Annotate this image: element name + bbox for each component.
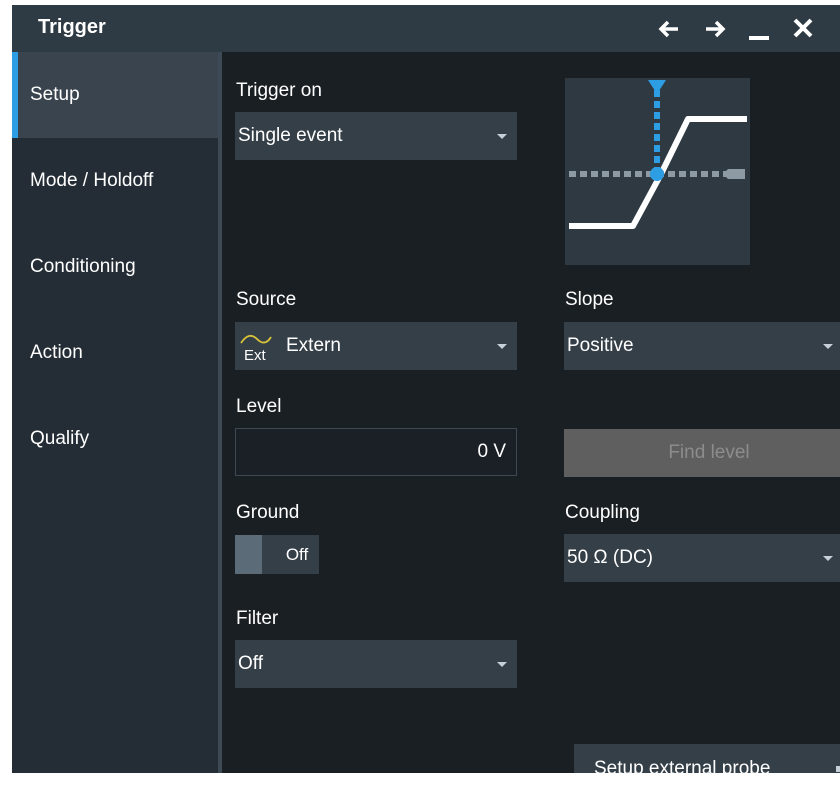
level-input[interactable]: 0 V	[235, 428, 517, 476]
coupling-value: 50 Ω (DC)	[567, 547, 653, 568]
chevron-down-icon	[497, 344, 507, 349]
chevron-down-icon	[497, 134, 507, 139]
external-link-icon	[836, 766, 840, 772]
setup-external-probe-button[interactable]: Setup external probe	[574, 744, 840, 773]
chevron-down-icon	[823, 556, 833, 561]
toggle-knob	[235, 535, 262, 574]
source-dropdown[interactable]: Ext Extern	[235, 322, 517, 370]
minimize-icon[interactable]	[746, 5, 772, 52]
find-level-button[interactable]: Find level	[564, 429, 840, 477]
setup-external-probe-label: Setup external probe	[594, 758, 771, 773]
filter-label: Filter	[236, 608, 279, 629]
trigger-on-value: Single event	[238, 125, 343, 146]
chevron-down-icon	[497, 662, 507, 667]
sidebar-item-label: Conditioning	[30, 256, 136, 277]
sidebar-item-qualify[interactable]: Qualify	[12, 396, 218, 482]
ground-toggle[interactable]: Off	[235, 535, 319, 574]
sidebar-item-label: Mode / Holdoff	[30, 170, 154, 191]
filter-dropdown[interactable]: Off	[235, 640, 517, 688]
coupling-label: Coupling	[565, 502, 640, 523]
sidebar-item-conditioning[interactable]: Conditioning	[12, 224, 218, 310]
slope-label: Slope	[565, 289, 614, 310]
external-source-icon: Ext	[237, 327, 277, 367]
coupling-dropdown[interactable]: 50 Ω (DC)	[564, 534, 840, 582]
trigger-on-dropdown[interactable]: Single event	[235, 112, 517, 160]
dialog-title: Trigger	[38, 16, 106, 38]
sidebar-item-action[interactable]: Action	[12, 310, 218, 396]
trigger-slope-graphic	[565, 78, 750, 265]
source-label: Source	[236, 289, 297, 310]
ground-state: Off	[285, 545, 309, 564]
sidebar-item-label: Action	[30, 342, 83, 363]
ground-label: Ground	[236, 502, 300, 523]
sidebar-item-mode-holdoff[interactable]: Mode / Holdoff	[12, 138, 218, 224]
level-value: 0 V	[477, 441, 506, 462]
external-source-icon-text: Ext	[244, 347, 266, 364]
chevron-down-icon	[823, 344, 833, 349]
slope-dropdown[interactable]: Positive	[564, 322, 840, 370]
filter-value: Off	[238, 653, 263, 674]
sidebar-item-label: Setup	[30, 84, 80, 105]
trigger-dialog: Trigger Setup Mode / Holdoff Conditionin…	[12, 5, 840, 773]
title-bar: Trigger	[12, 5, 840, 52]
arrow-right-icon[interactable]	[702, 5, 728, 52]
trigger-on-label: Trigger on	[236, 80, 322, 101]
slope-value: Positive	[567, 335, 634, 356]
level-label: Level	[236, 396, 282, 417]
sidebar-divider	[218, 52, 222, 773]
arrow-left-icon[interactable]	[656, 5, 682, 52]
sidebar: Setup Mode / Holdoff Conditioning Action…	[12, 52, 218, 773]
sidebar-item-setup[interactable]: Setup	[12, 52, 218, 138]
sidebar-item-label: Qualify	[30, 428, 90, 449]
find-level-label: Find level	[668, 442, 750, 463]
close-icon[interactable]	[790, 5, 816, 52]
source-value: Extern	[286, 335, 341, 356]
